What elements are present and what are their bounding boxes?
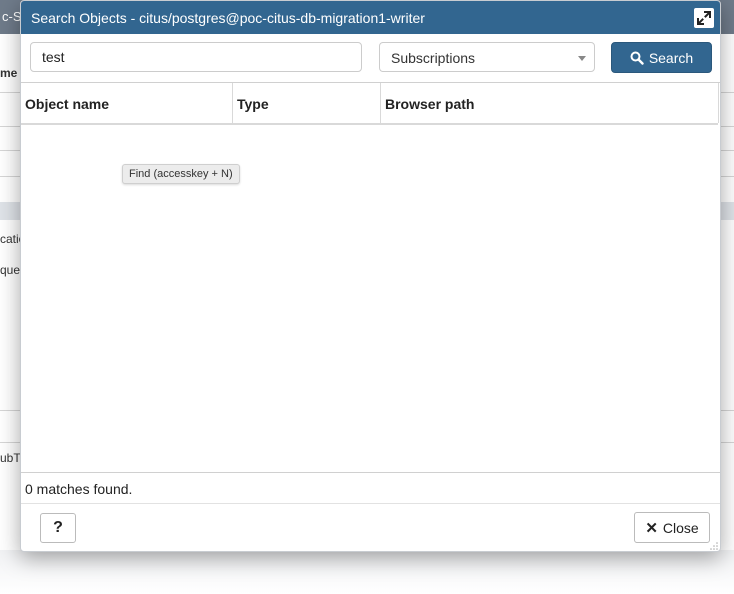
results-grid[interactable]: Object name Type Browser path	[21, 82, 720, 473]
find-tooltip: Find (accesskey + N)	[122, 164, 240, 184]
search-icon	[630, 51, 644, 65]
object-type-selected: Subscriptions	[391, 50, 476, 66]
column-header-browser-path[interactable]: Browser path	[381, 83, 719, 123]
dialog-titlebar[interactable]: Search Objects - citus/postgres@poc-citu…	[21, 1, 720, 34]
close-x-icon: ✕	[645, 519, 658, 537]
search-objects-dialog: Search Objects - citus/postgres@poc-citu…	[20, 0, 721, 552]
chevron-down-icon	[578, 56, 586, 61]
resize-grip-icon[interactable]	[710, 542, 718, 550]
background-text-fragment: que	[0, 263, 21, 277]
background-column-header: me	[0, 66, 18, 80]
search-button-label: Search	[648, 49, 694, 66]
maximize-button[interactable]	[694, 8, 714, 28]
search-input[interactable]	[30, 42, 362, 72]
expand-icon	[697, 11, 711, 25]
dialog-title: Search Objects - citus/postgres@poc-citu…	[31, 10, 425, 26]
column-header-object-name[interactable]: Object name	[21, 83, 233, 123]
object-type-select[interactable]: Subscriptions	[379, 42, 595, 72]
close-button[interactable]: ✕ Close	[634, 512, 710, 543]
column-header-type[interactable]: Type	[233, 83, 381, 123]
results-grid-header: Object name Type Browser path	[21, 83, 719, 125]
close-button-label: Close	[662, 519, 699, 536]
dialog-footer: ? ✕ Close	[21, 503, 720, 551]
search-button[interactable]: Search	[611, 42, 712, 73]
match-count-status: 0 matches found.	[25, 481, 133, 497]
help-button[interactable]: ?	[40, 513, 76, 543]
background-text-fragment: ubT	[0, 451, 21, 465]
